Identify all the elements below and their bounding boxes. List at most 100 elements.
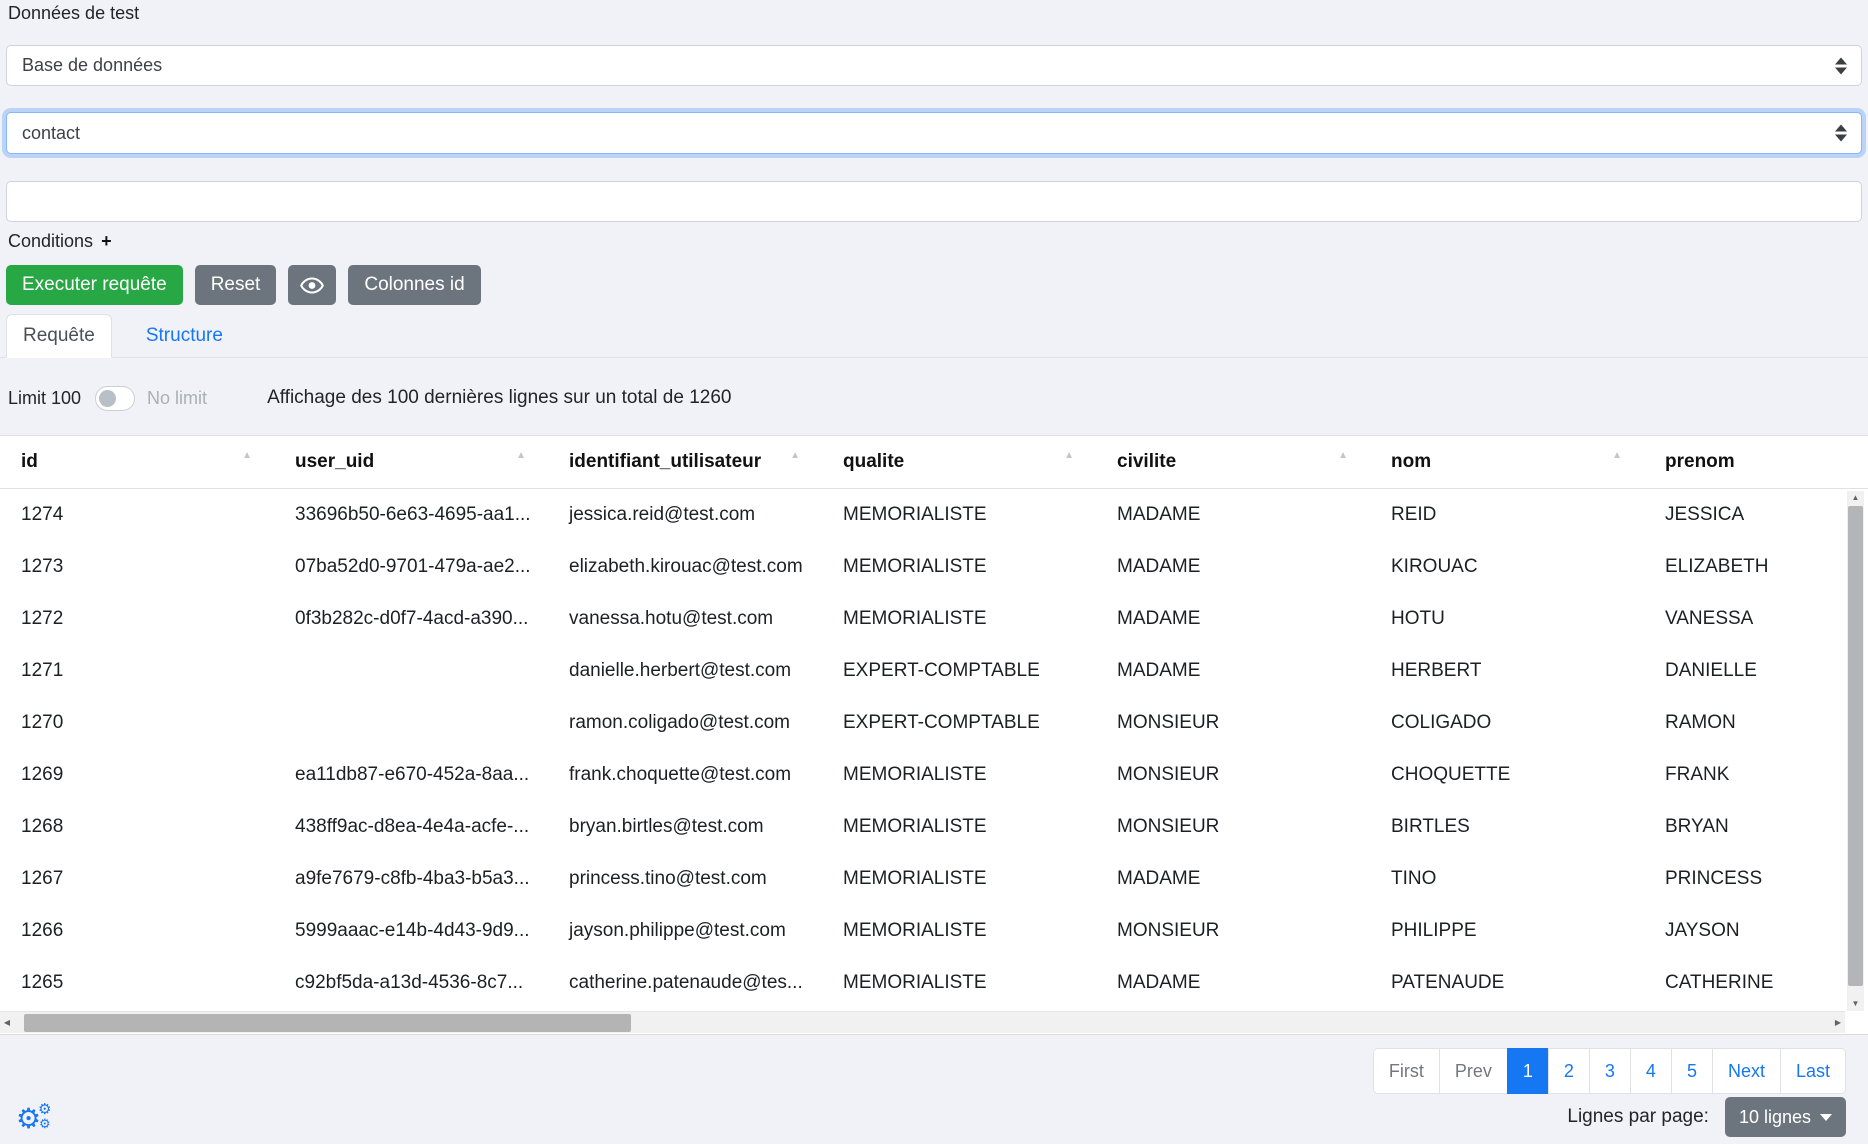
column-header-label: identifiant_utilisateur <box>569 451 761 473</box>
table-cell: MEMORIALISTE <box>824 489 1098 541</box>
sort-caret-icon[interactable]: ▲ <box>790 450 800 461</box>
table-cell: a9fe7679-c8fb-4ba3-b5a3... <box>276 853 550 905</box>
table-cell: ramon.coligado@test.com <box>550 697 824 749</box>
table-cell: vanessa.hotu@test.com <box>550 593 824 645</box>
table-cell: MEMORIALISTE <box>824 957 1098 1009</box>
column-header-user_uid[interactable]: user_uid ▲ <box>276 436 550 488</box>
table-cell: bryan.birtles@test.com <box>550 801 824 853</box>
page-item-4[interactable]: 4 <box>1630 1048 1672 1094</box>
table-cell: MADAME <box>1098 853 1372 905</box>
table-cell: MEMORIALISTE <box>824 853 1098 905</box>
scroll-down-icon[interactable]: ▼ <box>1847 997 1864 1011</box>
table-cell: MEMORIALISTE <box>824 905 1098 957</box>
sort-caret-icon[interactable]: ▲ <box>1064 450 1074 461</box>
eye-icon <box>300 277 324 294</box>
table-cell: CATHERINE <box>1646 957 1868 1009</box>
reset-button[interactable]: Reset <box>195 265 277 305</box>
tab-structure[interactable]: Structure <box>130 314 239 358</box>
table-body: 127433696b50-6e63-4695-aa1...jessica.rei… <box>0 489 1868 1009</box>
tab-requete[interactable]: Requête <box>6 314 112 358</box>
table-cell: FRANK <box>1646 749 1868 801</box>
table-cell: 1269 <box>2 749 276 801</box>
table-cell <box>276 645 550 697</box>
table-cell: MADAME <box>1098 541 1372 593</box>
column-header-id[interactable]: id▲ <box>2 436 276 488</box>
select-updown-icon <box>1835 57 1847 74</box>
toggle-knob <box>99 390 116 407</box>
page-item-first[interactable]: First <box>1373 1048 1440 1094</box>
preview-button[interactable] <box>288 265 336 305</box>
sort-caret-icon[interactable]: ▲ <box>242 450 252 461</box>
table-cell: 07ba52d0-9701-479a-ae2... <box>276 541 550 593</box>
table-cell: HOTU <box>1372 593 1646 645</box>
table-cell: MEMORIALISTE <box>824 541 1098 593</box>
database-select[interactable]: Base de données <box>6 45 1862 86</box>
table-header-row: id▲user_uid▲identifiant_utilisateur▲qual… <box>0 436 1868 489</box>
sort-caret-icon[interactable]: ▲ <box>516 450 526 461</box>
table-cell: JAYSON <box>1646 905 1868 957</box>
table-cell <box>276 697 550 749</box>
table-row: 1270 ramon.coligado@test.comEXPERT-COMPTA… <box>0 697 1868 749</box>
table-cell: c92bf5da-a13d-4536-8c7... <box>276 957 550 1009</box>
scroll-left-icon[interactable]: ◀ <box>0 1012 14 1034</box>
table-cell: COLIGADO <box>1372 697 1646 749</box>
rows-per-page-dropdown[interactable]: 10 lignes <box>1725 1097 1846 1137</box>
page-item-1[interactable]: 1 <box>1507 1048 1549 1094</box>
table-cell: danielle.herbert@test.com <box>550 645 824 697</box>
limit-bar: Limit 100 No limit Affichage des 100 der… <box>8 376 731 420</box>
settings-gears-icon[interactable]: ⚙ ⚙ ⚙ <box>16 1100 56 1136</box>
table-cell: BRYAN <box>1646 801 1868 853</box>
page-item-5[interactable]: 5 <box>1671 1048 1713 1094</box>
horizontal-scrollbar-thumb[interactable] <box>24 1014 631 1032</box>
sort-caret-icon[interactable]: ▲ <box>1612 450 1622 461</box>
column-header-civilite[interactable]: civilite▲ <box>1098 436 1372 488</box>
table-select[interactable]: contact <box>6 112 1862 154</box>
column-header-label: user_uid <box>295 451 374 473</box>
scroll-right-icon[interactable]: ▶ <box>1831 1012 1845 1034</box>
limit-label: Limit 100 <box>8 388 81 409</box>
page-item-last[interactable]: Last <box>1780 1048 1846 1094</box>
table-cell: DANIELLE <box>1646 645 1868 697</box>
page-item-2[interactable]: 2 <box>1548 1048 1590 1094</box>
table-cell: 1266 <box>2 905 276 957</box>
table-cell: RAMON <box>1646 697 1868 749</box>
table-cell: 1270 <box>2 697 276 749</box>
no-limit-label: No limit <box>147 388 207 409</box>
table-cell: PHILIPPE <box>1372 905 1646 957</box>
page-item-3[interactable]: 3 <box>1589 1048 1631 1094</box>
toolbar: Executer requête Reset Colonnes id <box>6 265 481 305</box>
filter-input[interactable] <box>6 181 1862 222</box>
sort-caret-icon[interactable]: ▲ <box>1338 450 1348 461</box>
column-header-label: prenom <box>1665 451 1735 473</box>
table-cell: ea11db87-e670-452a-8aa... <box>276 749 550 801</box>
table-cell: EXPERT-COMPTABLE <box>824 697 1098 749</box>
app: Données de test Base de données contact … <box>0 0 1868 1144</box>
column-header-qualite[interactable]: qualite▲ <box>824 436 1098 488</box>
no-limit-toggle[interactable] <box>95 386 135 411</box>
table-cell: MEMORIALISTE <box>824 749 1098 801</box>
column-header-nom[interactable]: nom ▲ <box>1372 436 1646 488</box>
table-row: 1271danielle.herbert@test.comEXPERT-COMP… <box>0 645 1868 697</box>
column-header-prenom[interactable]: prenom <box>1646 436 1868 488</box>
page-item-next[interactable]: Next <box>1712 1048 1781 1094</box>
table-cell: MONSIEUR <box>1098 905 1372 957</box>
columns-id-button[interactable]: Colonnes id <box>348 265 480 305</box>
vertical-scrollbar[interactable]: ▲ ▼ <box>1847 491 1864 1011</box>
column-header-label: nom <box>1391 451 1431 473</box>
horizontal-scrollbar[interactable]: ◀ ▶ <box>0 1011 1845 1033</box>
result-status-text: Affichage des 100 dernières lignes sur u… <box>267 387 731 409</box>
scroll-up-icon[interactable]: ▲ <box>1847 491 1864 505</box>
table-cell: 1265 <box>2 957 276 1009</box>
column-header-identifiant_utilisateur[interactable]: identifiant_utilisateur ▲ <box>550 436 824 488</box>
pagination: FirstPrev12345NextLast <box>1373 1048 1846 1094</box>
add-condition-icon[interactable]: + <box>101 231 112 252</box>
page-item-prev[interactable]: Prev <box>1439 1048 1508 1094</box>
table-cell: 1271 <box>2 645 276 697</box>
rows-per-page: Lignes par page: 10 lignes <box>1567 1097 1846 1137</box>
table-cell: 0f3b282c-d0f7-4acd-a390... <box>276 593 550 645</box>
vertical-scrollbar-thumb[interactable] <box>1848 506 1863 986</box>
table-cell: 1273 <box>2 541 276 593</box>
execute-query-button[interactable]: Executer requête <box>6 265 183 305</box>
tab-bar: Requête Structure <box>0 314 1868 358</box>
table-cell: BIRTLES <box>1372 801 1646 853</box>
